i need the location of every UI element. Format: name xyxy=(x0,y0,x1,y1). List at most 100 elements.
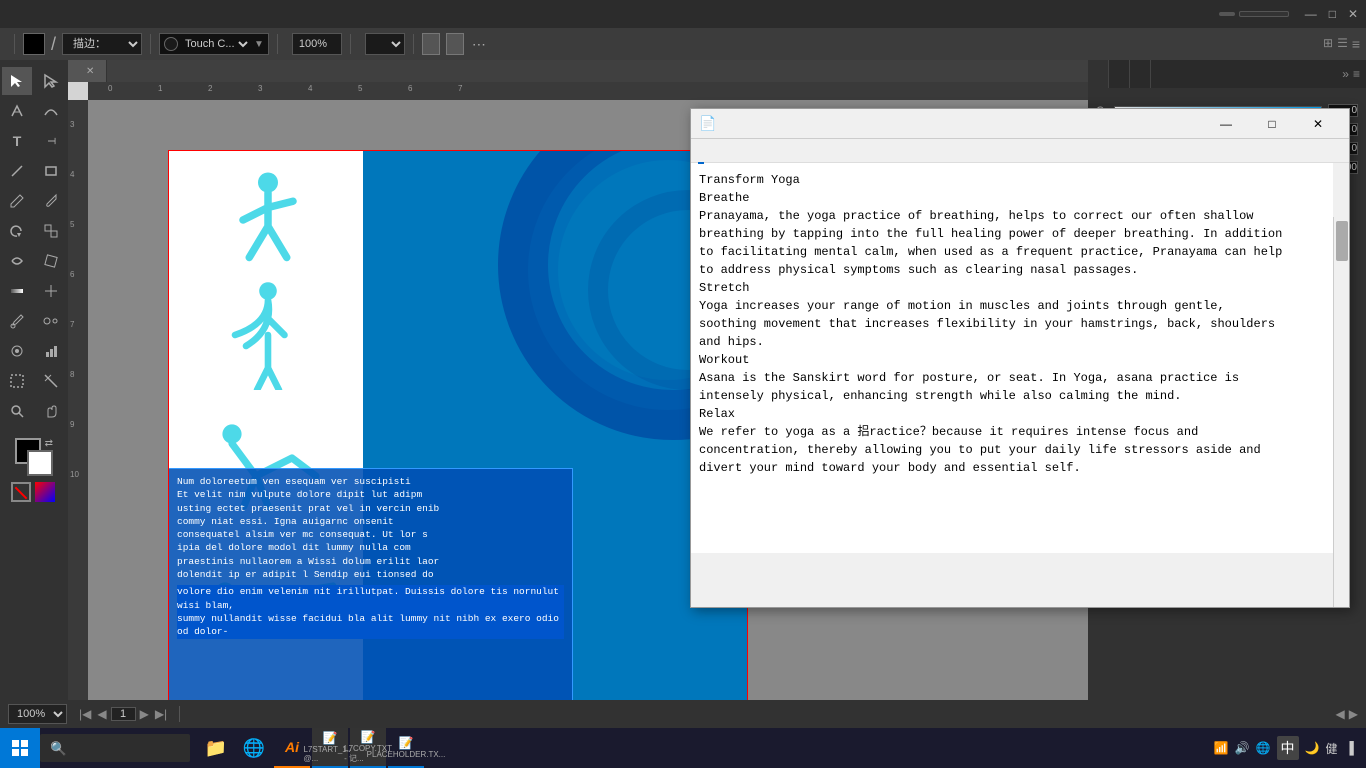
start-button[interactable] xyxy=(0,728,40,768)
gradient-indicator[interactable] xyxy=(35,482,55,502)
taskbar-app-notepad3[interactable]: 📝 PLACEHOLDER.TX... xyxy=(388,728,424,768)
scale-tool[interactable] xyxy=(36,217,66,245)
type-tool[interactable]: T xyxy=(2,127,32,155)
symbol-tool[interactable] xyxy=(2,337,32,365)
taskbar-app-notepad1[interactable]: 📝 L7START_1.AI @... xyxy=(312,728,348,768)
line-tool[interactable] xyxy=(2,157,32,185)
minimize-btn[interactable]: — xyxy=(1305,7,1317,21)
np-menu-file[interactable] xyxy=(695,149,711,153)
hand-tool[interactable] xyxy=(36,397,66,425)
stroke-select[interactable]: 描边： xyxy=(62,33,142,55)
style-select[interactable] xyxy=(365,33,405,55)
swap-colors-icon[interactable]: ⇄ xyxy=(45,438,53,449)
stock-search[interactable] xyxy=(1239,11,1289,17)
menu-edit[interactable] xyxy=(38,12,54,16)
taskbar-app-file-explorer[interactable]: 📁 xyxy=(198,728,234,768)
scrollbar-thumb[interactable] xyxy=(1336,221,1348,261)
hamburger-icon[interactable]: ≡ xyxy=(1352,36,1360,52)
doc-tab[interactable]: ✕ xyxy=(68,60,107,82)
win-close-btn[interactable]: ✕ xyxy=(1295,109,1341,139)
select-tool[interactable] xyxy=(2,67,32,95)
first-page-btn[interactable]: |◀ xyxy=(77,707,93,721)
taskbar-search-input[interactable] xyxy=(40,734,190,762)
arrange-icon[interactable]: ⊞ xyxy=(1323,36,1333,52)
eyedropper-tool[interactable] xyxy=(2,307,32,335)
artboard-nav-right[interactable]: ▶ xyxy=(1349,707,1358,721)
warp-tool[interactable] xyxy=(2,247,32,275)
slice-tool[interactable] xyxy=(36,367,66,395)
fill-stroke-icon[interactable]: / xyxy=(51,34,56,55)
tab-color[interactable] xyxy=(1088,60,1109,88)
page-input[interactable] xyxy=(111,707,136,721)
background-color[interactable] xyxy=(27,450,53,476)
rotate-tool[interactable] xyxy=(2,217,32,245)
paintbrush-tool[interactable] xyxy=(36,187,66,215)
volume-icon[interactable]: 🔊 xyxy=(1235,741,1250,755)
menu-effect[interactable] xyxy=(110,12,126,16)
direct-select-tool[interactable] xyxy=(36,67,66,95)
zoom-select[interactable]: 100% xyxy=(8,704,67,724)
graph-tool[interactable] xyxy=(36,337,66,365)
color-swatches[interactable]: ⇄ xyxy=(15,438,53,476)
menu-text[interactable] xyxy=(74,12,90,16)
win-minimize-btn[interactable]: — xyxy=(1203,109,1249,139)
tab-color-theme[interactable] xyxy=(1130,60,1151,88)
menu-help[interactable] xyxy=(164,12,180,16)
touch-dropdown-icon[interactable]: ▼ xyxy=(254,39,264,50)
notepad-scrollbar[interactable] xyxy=(1333,217,1349,607)
ruler-5: 5 xyxy=(358,84,362,93)
network-icon[interactable]: 📶 xyxy=(1214,741,1229,755)
np-menu-edit[interactable] xyxy=(711,149,727,153)
win-restore-btn[interactable]: □ xyxy=(1249,109,1295,139)
taskbar: 📁 🌐 Ai 📝 L7START_1.AI @... 📝 L7COPY.TXT … xyxy=(0,728,1366,768)
taskbar-app-edge[interactable]: 🌐 xyxy=(236,728,272,768)
gradient-tool[interactable] xyxy=(2,277,32,305)
free-transform-tool[interactable] xyxy=(36,247,66,275)
touch-select[interactable]: Touch C... xyxy=(181,34,251,54)
next-page-btn[interactable]: ▶ xyxy=(138,707,151,721)
tab-close-btn[interactable]: ✕ xyxy=(86,66,94,77)
prev-page-btn[interactable]: ◀ xyxy=(95,707,108,721)
close-btn[interactable]: ✕ xyxy=(1348,7,1358,21)
type-vertical-tool[interactable]: T xyxy=(37,126,65,156)
arrange2-icon[interactable]: ☰ xyxy=(1337,36,1348,52)
opacity-input[interactable] xyxy=(292,33,342,55)
menu-file[interactable] xyxy=(20,12,36,16)
right-panel-tabs: » ≡ xyxy=(1088,60,1366,88)
menu-select[interactable] xyxy=(92,12,108,16)
doc-settings-btn[interactable] xyxy=(422,33,440,55)
ruler-v-10: 10 xyxy=(70,470,79,479)
np-menu-view[interactable] xyxy=(743,149,759,153)
artboard-tool[interactable] xyxy=(2,367,32,395)
menu-object[interactable] xyxy=(56,12,72,16)
np-menu-format[interactable] xyxy=(727,149,743,153)
last-page-btn[interactable]: ▶| xyxy=(153,707,169,721)
pen-tool[interactable] xyxy=(2,97,32,125)
menu-view[interactable] xyxy=(128,12,144,16)
ime-indicator[interactable]: 中 xyxy=(1277,736,1299,760)
tab-color-ref[interactable] xyxy=(1109,60,1130,88)
blend-tool[interactable] xyxy=(36,307,66,335)
bottom-bar: 100% |◀ ◀ ▶ ▶| ◀ ▶ xyxy=(0,700,1366,728)
workspace-button[interactable] xyxy=(1219,12,1235,16)
panel-expand-icon[interactable]: » xyxy=(1342,67,1349,81)
curvature-tool[interactable] xyxy=(36,97,66,125)
ie-icon[interactable]: 🌐 xyxy=(1256,741,1271,755)
artboard-nav-left[interactable]: ◀ xyxy=(1336,707,1345,721)
panel-menu-icon[interactable]: ≡ xyxy=(1353,67,1360,81)
rect-tool[interactable] xyxy=(36,157,66,185)
fill-color[interactable] xyxy=(23,33,45,55)
text-overlay-content: Num doloreetum ven esequam ver suscipist… xyxy=(177,475,564,639)
mesh-tool[interactable] xyxy=(36,277,66,305)
show-desktop-btn[interactable]: ▌ xyxy=(1349,741,1358,755)
restore-btn[interactable]: □ xyxy=(1329,7,1336,21)
preferences-btn[interactable] xyxy=(446,33,464,55)
none-indicator[interactable] xyxy=(11,482,31,502)
menu-right: — □ ✕ xyxy=(1219,7,1358,21)
pencil-tool[interactable] xyxy=(2,187,32,215)
menu-window[interactable] xyxy=(146,12,162,16)
more-options-icon[interactable]: ⋯ xyxy=(472,36,486,53)
notepad-textarea[interactable]: <span style="background:#0066cc;color:wh… xyxy=(691,163,1333,553)
zoom-tool[interactable] xyxy=(2,397,32,425)
np-menu-help[interactable] xyxy=(759,149,775,153)
